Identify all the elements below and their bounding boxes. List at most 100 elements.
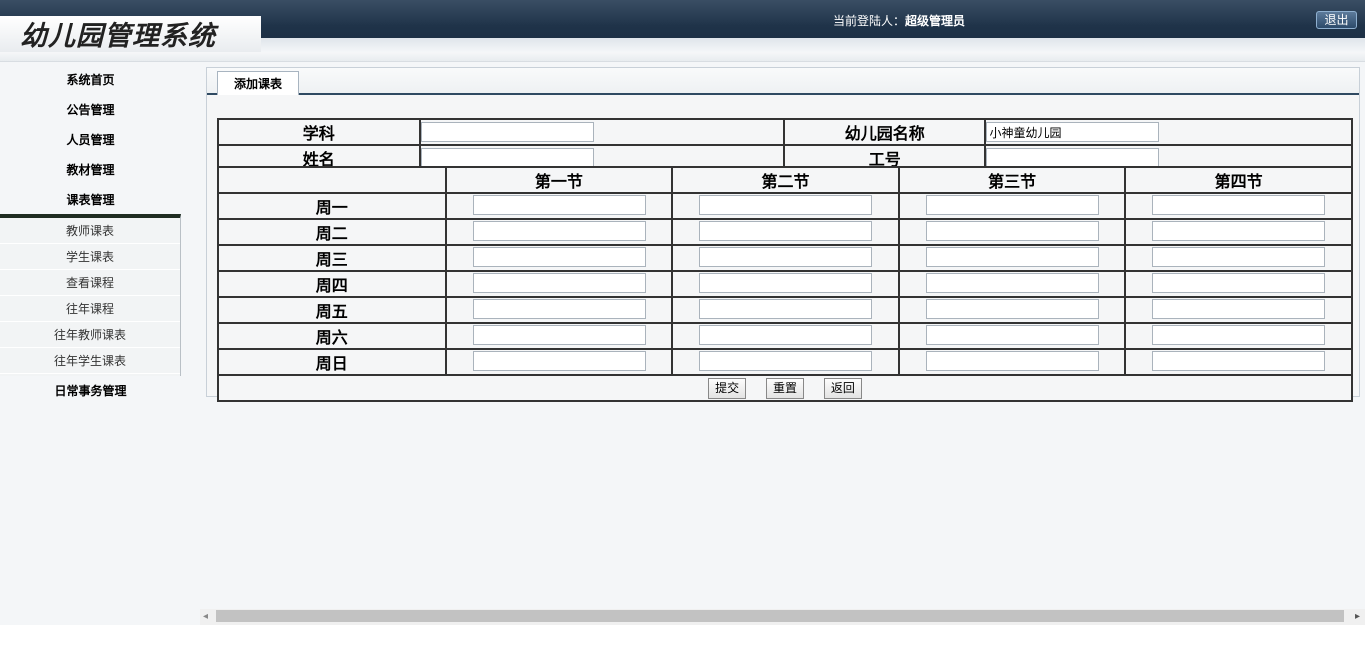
horizontal-scrollbar[interactable]: ◂ ▸ bbox=[200, 609, 1365, 625]
back-button[interactable]: 返回 bbox=[823, 377, 862, 399]
sidebar-item-staff[interactable]: 人员管理 bbox=[0, 125, 181, 155]
schedule-row: 周三 bbox=[217, 244, 1353, 272]
schedule-input[interactable] bbox=[472, 273, 646, 293]
scroll-left-icon[interactable]: ◂ bbox=[203, 611, 208, 622]
schedule-cell bbox=[897, 218, 1127, 246]
schedule-cell bbox=[671, 296, 900, 324]
schedule-input[interactable] bbox=[925, 195, 1099, 215]
login-label: 当前登陆人： bbox=[833, 14, 906, 28]
schedule-input[interactable] bbox=[1152, 247, 1326, 267]
subject-input[interactable] bbox=[420, 122, 594, 142]
submenu-item-student-schedule[interactable]: 学生课表 bbox=[0, 244, 180, 270]
schedule-cell bbox=[1124, 322, 1353, 350]
schedule-row: 周二 bbox=[217, 218, 1353, 246]
main-content: 添加课表 学科 幼儿园名称 姓名 工号 第一节 bbox=[181, 62, 1365, 625]
schedule-body: 第一节 第二节 第三节 第四节 周一 周二 周三 周四 周五 周六 周日 bbox=[217, 166, 1353, 376]
schedule-input[interactable] bbox=[1152, 299, 1326, 319]
schedule-input[interactable] bbox=[925, 351, 1099, 371]
page-bottom bbox=[0, 625, 1365, 662]
schedule-cell bbox=[897, 348, 1127, 376]
schedule-cell bbox=[1124, 296, 1353, 324]
name-input[interactable] bbox=[420, 148, 594, 168]
schedule-row: 周一 bbox=[217, 192, 1353, 220]
schedule-input[interactable] bbox=[699, 351, 873, 371]
day-label: 周一 bbox=[217, 192, 447, 220]
sidebar-item-notices[interactable]: 公告管理 bbox=[0, 95, 181, 125]
kindergarten-label: 幼儿园名称 bbox=[782, 118, 987, 146]
sidebar-item-schedule[interactable]: 课表管理 bbox=[0, 185, 181, 215]
schedule-row: 周日 bbox=[217, 348, 1353, 376]
schedule-cell bbox=[1124, 270, 1353, 298]
schedule-submenu: 教师课表 学生课表 查看课程 往年课程 往年教师课表 往年学生课表 bbox=[0, 214, 181, 376]
submenu-item-past-courses[interactable]: 往年课程 bbox=[0, 296, 180, 322]
tab-add-schedule[interactable]: 添加课表 bbox=[217, 71, 299, 95]
header-bottom-strip bbox=[261, 38, 1365, 52]
schedule-input[interactable] bbox=[1152, 351, 1326, 371]
schedule-input[interactable] bbox=[1152, 325, 1326, 345]
schedule-input[interactable] bbox=[699, 247, 873, 267]
scrollbar-thumb[interactable] bbox=[216, 610, 1344, 622]
logout-button[interactable]: 退出 bbox=[1316, 11, 1357, 29]
sidebar: 系统首页 公告管理 人员管理 教材管理 课表管理 教师课表 学生课表 查看课程 … bbox=[0, 62, 181, 625]
submenu-item-past-teacher-schedule[interactable]: 往年教师课表 bbox=[0, 322, 180, 348]
schedule-cell bbox=[897, 270, 1127, 298]
schedule-cell bbox=[444, 348, 674, 376]
period-header: 第四节 bbox=[1124, 166, 1353, 194]
info-form-table: 学科 幼儿园名称 姓名 工号 bbox=[217, 118, 1353, 172]
day-label: 周四 bbox=[217, 270, 447, 298]
schedule-cell bbox=[671, 322, 900, 350]
schedule-cell bbox=[1124, 192, 1353, 220]
schedule-cell bbox=[444, 322, 674, 350]
schedule-input[interactable] bbox=[472, 221, 646, 241]
day-label: 周五 bbox=[217, 296, 447, 324]
schedule-input[interactable] bbox=[1152, 195, 1326, 215]
day-label: 周三 bbox=[217, 244, 447, 272]
sub-header-bar bbox=[0, 52, 1365, 62]
id-input[interactable] bbox=[986, 148, 1160, 168]
schedule-cell bbox=[671, 218, 900, 246]
schedule-input[interactable] bbox=[925, 325, 1099, 345]
day-label: 周日 bbox=[217, 348, 447, 376]
schedule-table: 第一节 第二节 第三节 第四节 周一 周二 周三 周四 周五 周六 周日 提交 重置 返回 bbox=[217, 166, 1353, 402]
schedule-input[interactable] bbox=[699, 221, 873, 241]
schedule-input[interactable] bbox=[699, 325, 873, 345]
schedule-input[interactable] bbox=[925, 273, 1099, 293]
kindergarten-input[interactable] bbox=[986, 122, 1160, 142]
schedule-input[interactable] bbox=[699, 299, 873, 319]
schedule-input[interactable] bbox=[1152, 273, 1326, 293]
schedule-cell bbox=[1124, 218, 1353, 246]
submenu-item-teacher-schedule[interactable]: 教师课表 bbox=[0, 218, 180, 244]
schedule-input[interactable] bbox=[472, 247, 646, 267]
schedule-cell bbox=[671, 348, 900, 376]
sidebar-item-home[interactable]: 系统首页 bbox=[0, 65, 181, 95]
day-label: 周六 bbox=[217, 322, 447, 350]
reset-button[interactable]: 重置 bbox=[765, 377, 804, 399]
schedule-cell bbox=[444, 270, 674, 298]
schedule-row: 周六 bbox=[217, 322, 1353, 350]
schedule-input[interactable] bbox=[1152, 221, 1326, 241]
schedule-cell bbox=[897, 244, 1127, 272]
schedule-input[interactable] bbox=[472, 195, 646, 215]
submit-button[interactable]: 提交 bbox=[708, 377, 747, 399]
schedule-cell bbox=[671, 270, 900, 298]
scroll-right-icon[interactable]: ▸ bbox=[1355, 611, 1360, 622]
schedule-cell bbox=[444, 192, 674, 220]
submenu-item-view-courses[interactable]: 查看课程 bbox=[0, 270, 180, 296]
period-header: 第一节 bbox=[444, 166, 674, 194]
schedule-cell bbox=[897, 322, 1127, 350]
schedule-input[interactable] bbox=[925, 247, 1099, 267]
sidebar-item-daily-affairs[interactable]: 日常事务管理 bbox=[0, 376, 181, 406]
schedule-cell bbox=[897, 192, 1127, 220]
day-label: 周二 bbox=[217, 218, 447, 246]
subject-label: 学科 bbox=[217, 118, 421, 146]
schedule-input[interactable] bbox=[472, 325, 646, 345]
schedule-input[interactable] bbox=[925, 221, 1099, 241]
schedule-input[interactable] bbox=[699, 273, 873, 293]
schedule-input[interactable] bbox=[699, 195, 873, 215]
sidebar-item-textbooks[interactable]: 教材管理 bbox=[0, 155, 181, 185]
schedule-input[interactable] bbox=[472, 299, 646, 319]
schedule-input[interactable] bbox=[925, 299, 1099, 319]
schedule-input[interactable] bbox=[472, 351, 646, 371]
submenu-item-past-student-schedule[interactable]: 往年学生课表 bbox=[0, 348, 180, 374]
period-header: 第三节 bbox=[897, 166, 1127, 194]
